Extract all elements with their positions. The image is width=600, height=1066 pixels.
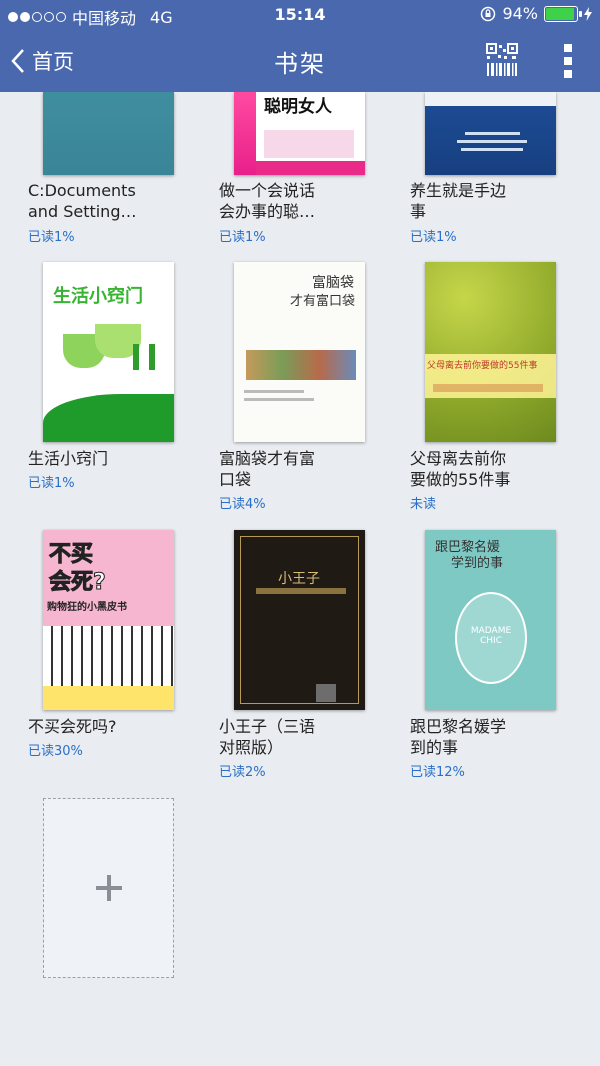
reading-progress: 已读2% <box>219 765 266 780</box>
book-title: 做一个会说话 会办事的聪… <box>219 181 316 221</box>
book-title: 生活小窍门 <box>28 449 109 468</box>
reading-progress: 已读1% <box>219 230 266 245</box>
book-cover <box>425 92 556 175</box>
reading-progress: 已读30% <box>28 744 83 759</box>
book-title: 小王子（三语 对照版） <box>219 717 316 757</box>
qr-scan-icon[interactable] <box>486 43 518 77</box>
book-cover: 小王子 <box>234 530 365 710</box>
add-book-button[interactable] <box>43 798 174 978</box>
reading-progress: 已读1% <box>28 230 75 245</box>
book-cover: 聪明女人 <box>234 92 365 175</box>
top-bar: 中国移动 4G 15:14 94% 首页 书架 <box>0 0 600 92</box>
charging-icon <box>584 6 592 21</box>
bookshelf-grid: C:Documents and Setting… 已读1% 聪明女人 做一个会说话… <box>0 92 600 1066</box>
status-bar: 中国移动 4G 15:14 94% <box>0 0 600 30</box>
more-options-icon[interactable] <box>562 44 574 78</box>
book-cover: 父母离去前你要做的55件事 <box>425 262 556 442</box>
book-title: 富脑袋才有富 口袋 <box>219 449 316 489</box>
book-cover: 富脑袋 才有富口袋 <box>234 262 365 442</box>
book-title: 不买会死吗? <box>28 717 117 736</box>
navigation-bar: 首页 书架 <box>0 30 600 92</box>
book-title: 养生就是手边事 <box>410 181 507 221</box>
book-cover: 不买 会死? 购物狂的小黑皮书 <box>43 530 174 710</box>
reading-progress: 未读 <box>410 497 437 512</box>
book-title: 跟巴黎名媛学 到的事 <box>410 717 507 757</box>
book-title: C:Documents and Setting… <box>28 181 137 221</box>
orientation-lock-icon <box>481 6 496 21</box>
book-title: 父母离去前你 要做的55件事 <box>410 449 511 489</box>
reading-progress: 已读4% <box>219 497 266 512</box>
plus-icon <box>95 875 122 901</box>
book-cover: 跟巴黎名媛 学到的事 MADAME CHIC <box>425 530 556 710</box>
book-cover: 生活小窍门 <box>43 262 174 442</box>
book-cover <box>43 92 174 175</box>
battery-icon <box>544 5 582 22</box>
battery-percent: 94% <box>502 4 538 23</box>
reading-progress: 已读12% <box>410 765 465 780</box>
reading-progress: 已读1% <box>28 476 75 491</box>
reading-progress: 已读1% <box>410 230 457 245</box>
